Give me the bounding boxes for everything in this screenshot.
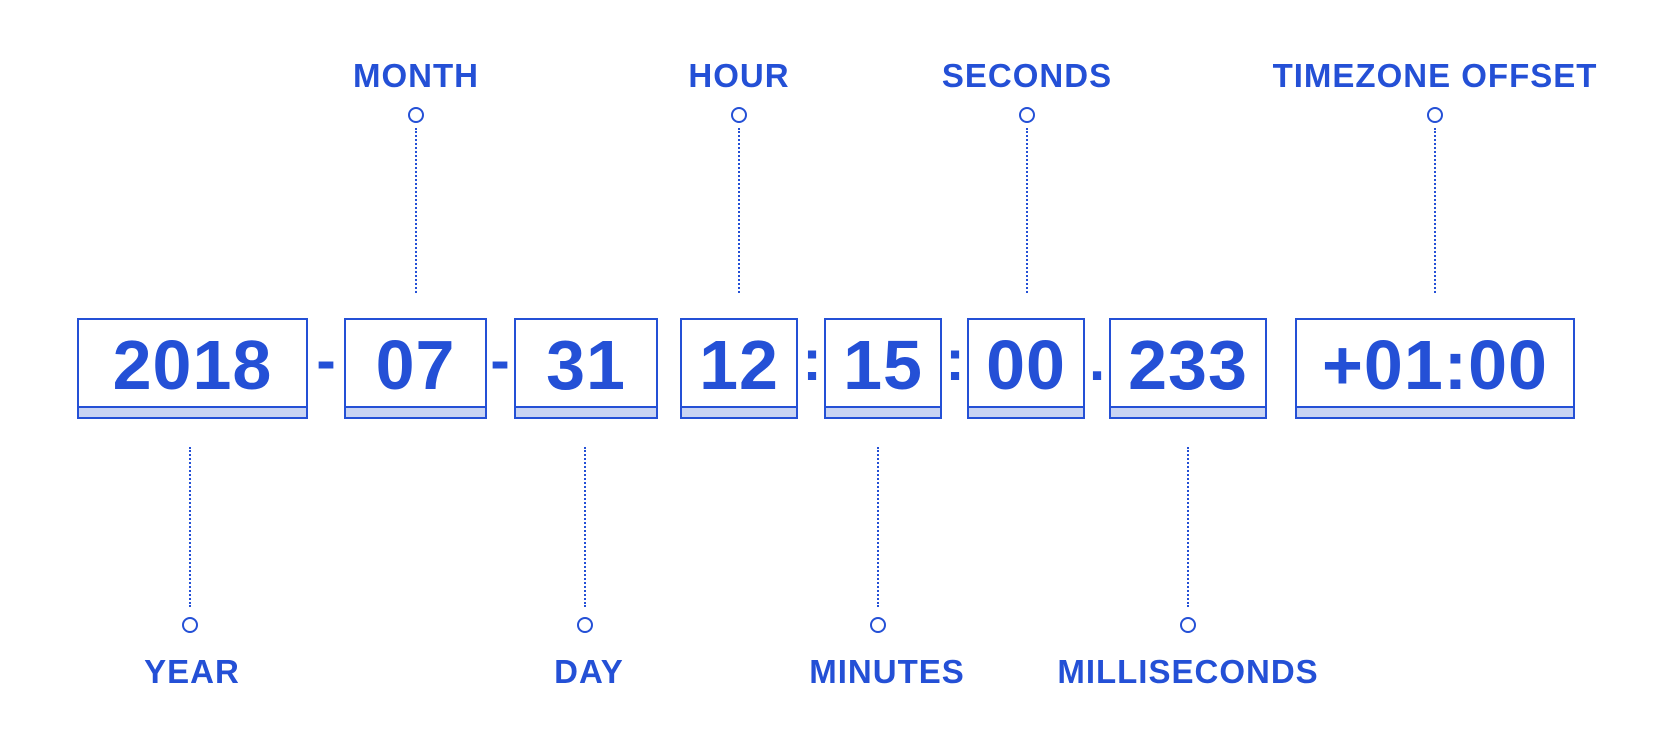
year-connector-dot: [182, 617, 198, 633]
date-separator-1: -: [316, 327, 336, 393]
datetime-format-diagram: MONTH HOUR SECONDS TIMEZONE OFFSET 2018 …: [0, 0, 1660, 753]
seconds-connector-dot: [1019, 107, 1035, 123]
minutes-connector-dot: [870, 617, 886, 633]
timezone-value: +01:00: [1322, 325, 1548, 404]
year-value: 2018: [112, 325, 273, 404]
label-month: MONTH: [353, 57, 479, 94]
seconds-value: 00: [986, 325, 1066, 404]
seconds-box: 00: [967, 318, 1085, 419]
label-year: YEAR: [144, 653, 240, 690]
label-hour: HOUR: [688, 57, 790, 94]
year-leader-line: [189, 447, 191, 607]
timezone-leader-line: [1434, 128, 1436, 293]
seconds-leader-line: [1026, 128, 1028, 293]
time-separator-2: :: [945, 327, 965, 393]
label-timezone-offset: TIMEZONE OFFSET: [1272, 57, 1598, 94]
label-day: DAY: [554, 653, 624, 690]
hour-box: 12: [680, 318, 798, 419]
date-separator-2: -: [490, 327, 510, 393]
time-separator-1: :: [802, 327, 822, 393]
minutes-value: 15: [843, 325, 923, 404]
timezone-box: +01:00: [1295, 318, 1575, 419]
day-connector-dot: [577, 617, 593, 633]
label-minutes: MINUTES: [809, 653, 965, 690]
year-box: 2018: [77, 318, 308, 419]
label-milliseconds: MILLISECONDS: [1057, 653, 1319, 690]
fraction-separator: .: [1088, 327, 1106, 393]
day-value: 31: [546, 325, 626, 404]
timezone-connector-dot: [1427, 107, 1443, 123]
month-value: 07: [375, 325, 456, 404]
month-leader-line: [415, 128, 417, 293]
minutes-box: 15: [824, 318, 942, 419]
hour-value: 12: [699, 325, 779, 404]
milliseconds-value: 233: [1128, 325, 1248, 404]
day-leader-line: [584, 447, 586, 607]
hour-leader-line: [738, 128, 740, 293]
month-connector-dot: [408, 107, 424, 123]
hour-connector-dot: [731, 107, 747, 123]
day-box: 31: [514, 318, 658, 419]
month-box: 07: [344, 318, 487, 419]
milliseconds-box: 233: [1109, 318, 1267, 419]
label-seconds: SECONDS: [941, 57, 1113, 94]
milliseconds-leader-line: [1187, 447, 1189, 607]
milliseconds-connector-dot: [1180, 617, 1196, 633]
minutes-leader-line: [877, 447, 879, 607]
